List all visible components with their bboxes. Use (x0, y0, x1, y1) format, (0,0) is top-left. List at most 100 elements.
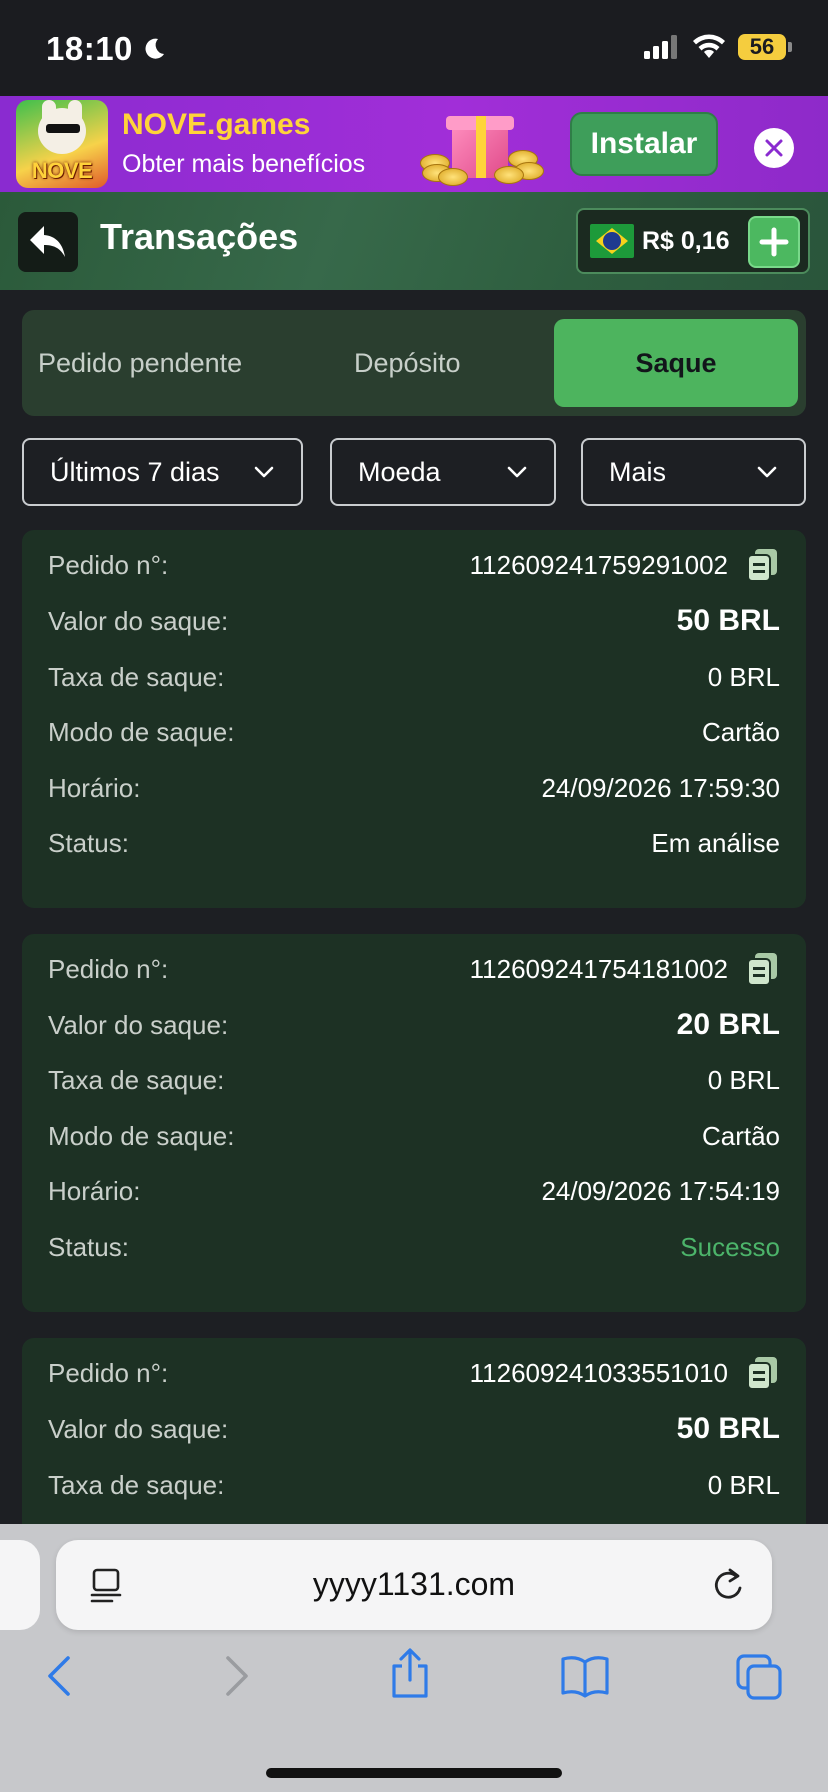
filter-bar: Últimos 7 dias Moeda Mais (22, 438, 806, 506)
app-header: Transações R$ 0,16 (0, 192, 828, 290)
tabs-icon[interactable] (736, 1654, 784, 1700)
bookmarks-icon[interactable] (560, 1654, 610, 1698)
back-arrow-icon (30, 226, 65, 257)
chevron-down-icon (757, 466, 777, 478)
mode-row: Modo de saque: Cartão (48, 1116, 780, 1156)
order-value: 112609241754181002 (470, 951, 780, 987)
install-button[interactable]: Instalar (570, 112, 718, 176)
currency-dropdown[interactable]: Moeda (330, 438, 556, 506)
time-label: Horário: (48, 1175, 141, 1206)
app-logo: NOVE (16, 100, 108, 188)
tab-withdraw[interactable]: Saque (554, 319, 798, 407)
gift-coins-icon (418, 104, 548, 186)
order-label: Pedido n°: (48, 953, 169, 984)
close-icon (765, 139, 783, 157)
fee-value: 0 BRL (707, 1469, 780, 1500)
order-label: Pedido n°: (48, 1357, 169, 1388)
order-row: Pedido n°: 112609241754181002 (48, 949, 780, 989)
logo-text: NOVE (31, 158, 93, 183)
order-number: 112609241754181002 (469, 953, 728, 984)
currency-label: Moeda (358, 456, 441, 487)
reload-icon[interactable] (710, 1566, 746, 1604)
back-button[interactable] (18, 212, 78, 272)
transaction-card: Pedido n°: 112609241033551010 Valor do s… (22, 1338, 806, 1524)
address-bar[interactable]: yyyy1131.com (56, 1540, 772, 1630)
amount-row: Valor do saque: 50 BRL (48, 601, 780, 641)
banner-title: NOVE.games (122, 108, 311, 141)
amount-label: Valor do saque: (48, 1413, 229, 1444)
order-number: 112609241033551010 (469, 1357, 728, 1388)
forward-chevron-icon[interactable] (222, 1654, 252, 1698)
time-label: Horário: (48, 772, 141, 803)
signal-icon (644, 35, 677, 59)
status-label: Status: (48, 1231, 129, 1262)
fee-row: Taxa de saque: 0 BRL (48, 1465, 780, 1505)
status-bar: 18:10 56 (0, 0, 828, 96)
copy-icon[interactable] (746, 1355, 780, 1391)
install-banner: NOVE NOVE.games Obter mais benefícios In… (0, 96, 828, 192)
amount-value: 50 BRL (676, 604, 780, 637)
more-label: Mais (609, 456, 667, 487)
balance-widget: R$ 0,16 (576, 208, 810, 274)
back-chevron-icon[interactable] (44, 1654, 74, 1698)
time-value: 24/09/2026 17:59:30 (541, 772, 780, 803)
order-value: 112609241033551010 (470, 1355, 780, 1391)
wifi-icon (693, 34, 725, 58)
more-filters-dropdown[interactable]: Mais (581, 438, 806, 506)
order-number: 112609241759291002 (469, 549, 728, 580)
amount-label: Valor do saque: (48, 1009, 229, 1040)
battery-indicator: 56 (738, 34, 792, 60)
order-row: Pedido n°: 112609241759291002 (48, 545, 780, 585)
order-value: 112609241759291002 (470, 547, 780, 583)
time-row: Horário: 24/09/2026 17:54:19 (48, 1171, 780, 1211)
mode-value: Cartão (701, 1120, 780, 1151)
time-value: 24/09/2026 17:54:19 (541, 1175, 780, 1206)
clock-text: 18:10 (46, 30, 133, 67)
fee-label: Taxa de saque: (48, 661, 225, 692)
fee-row: Taxa de saque: 0 BRL (48, 657, 780, 697)
date-range-label: Últimos 7 dias (50, 456, 220, 487)
copy-icon[interactable] (746, 951, 780, 987)
mode-row: Modo de saque: Cartão (48, 712, 780, 752)
previous-tab-preview[interactable] (0, 1540, 40, 1630)
status-value: Em análise (651, 827, 780, 858)
banner-close-button[interactable] (754, 128, 794, 168)
mode-label: Modo de saque: (48, 716, 235, 747)
transaction-card: Pedido n°: 112609241754181002 Valor do s… (22, 934, 806, 1312)
banner-subtitle: Obter mais benefícios (122, 150, 366, 178)
main-content: Pedido pendente Depósito Saque Últimos 7… (0, 290, 828, 1524)
chevron-down-icon (254, 466, 274, 478)
amount-label: Valor do saque: (48, 605, 229, 636)
mode-label: Modo de saque: (48, 1120, 235, 1151)
fee-label: Taxa de saque: (48, 1064, 225, 1095)
balance-amount: R$ 0,16 (642, 226, 730, 255)
status-value: Sucesso (680, 1231, 780, 1262)
status-time: 18:10 (46, 30, 167, 68)
transaction-card: Pedido n°: 112609241759291002 Valor do s… (22, 530, 806, 908)
home-indicator (266, 1768, 562, 1778)
mode-value: Cartão (701, 716, 780, 747)
moon-icon (145, 38, 164, 59)
page-title: Transações (100, 216, 299, 257)
battery-level: 56 (738, 34, 786, 60)
tab-pending-orders[interactable]: Pedido pendente (38, 310, 242, 416)
status-row: Status: Em análise (48, 823, 780, 863)
tab-deposit[interactable]: Depósito (354, 310, 461, 416)
transaction-tabs: Pedido pendente Depósito Saque (22, 310, 806, 416)
fee-value: 0 BRL (707, 661, 780, 692)
order-label: Pedido n°: (48, 549, 169, 580)
amount-value: 20 BRL (676, 1008, 780, 1041)
deposit-plus-button[interactable] (748, 216, 800, 268)
chevron-down-icon (507, 466, 527, 478)
amount-row: Valor do saque: 20 BRL (48, 1005, 780, 1045)
status-label: Status: (48, 827, 129, 858)
brazil-flag-icon (590, 224, 634, 258)
status-row: Status: Sucesso (48, 1227, 780, 1267)
fee-value: 0 BRL (707, 1064, 780, 1095)
copy-icon[interactable] (746, 547, 780, 583)
time-row: Horário: 24/09/2026 17:59:30 (48, 768, 780, 808)
share-icon[interactable] (388, 1648, 432, 1700)
date-range-dropdown[interactable]: Últimos 7 dias (22, 438, 303, 506)
url-text: yyyy1131.com (312, 1566, 516, 1602)
order-row: Pedido n°: 112609241033551010 (48, 1353, 780, 1393)
